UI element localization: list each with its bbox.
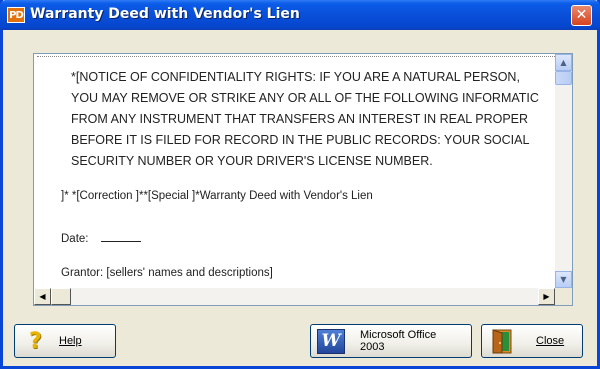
horizontal-scroll-thumb[interactable] (51, 288, 71, 305)
document-content: *[NOTICE OF CONFIDENTIALITY RIGHTS: IF Y… (37, 56, 555, 289)
close-window-button[interactable]: ✕ (571, 5, 592, 26)
date-blank (100, 231, 141, 242)
office-label-line2: 2003 (360, 341, 385, 353)
date-label: Date: (61, 233, 89, 245)
close-button[interactable]: Close (481, 324, 583, 358)
help-question-icon: ? (29, 329, 42, 354)
confidentiality-notice: *[NOTICE OF CONFIDENTIALITY RIGHTS: IF Y… (71, 67, 555, 172)
exit-door-icon (492, 329, 512, 354)
help-button-label: Help (59, 335, 82, 347)
microsoft-office-button[interactable]: W Microsoft Office 2003 (310, 324, 472, 358)
dialog-window: PD Warranty Deed with Vendor's Lien ✕ *[… (0, 0, 600, 369)
vertical-scrollbar[interactable]: ▲ ▼ (555, 54, 572, 288)
app-logo-icon: PD (7, 7, 25, 23)
deed-title-line: ]* *[Correction ]**[Special ]*Warranty D… (61, 190, 373, 202)
office-button-label: Microsoft Office 2003 (360, 329, 436, 353)
notice-line: YOU MAY REMOVE OR STRIKE ANY OR ALL OF T… (71, 91, 539, 105)
word-icon: W (317, 329, 345, 354)
close-label-text: Close (536, 335, 565, 347)
help-button[interactable]: ? Help (14, 324, 116, 358)
notice-line: *[NOTICE OF CONFIDENTIALITY RIGHTS: IF Y… (71, 70, 520, 84)
window-title: Warranty Deed with Vendor's Lien (30, 6, 300, 22)
scroll-up-icon[interactable]: ▲ (555, 54, 572, 71)
date-line: Date: (61, 231, 141, 245)
scroll-left-icon[interactable]: ◀ (34, 288, 51, 305)
scroll-right-icon[interactable]: ▶ (538, 288, 555, 305)
horizontal-scrollbar[interactable]: ◀ ▶ (34, 288, 555, 305)
notice-line: BEFORE IT IS FILED FOR RECORD IN THE PUB… (71, 133, 530, 147)
scroll-down-icon[interactable]: ▼ (555, 271, 572, 288)
scrollbar-corner (555, 288, 572, 305)
grantor-line: Grantor: [sellers' names and description… (61, 267, 273, 279)
office-label-line1: Microsoft Office (360, 329, 437, 341)
close-button-label: Close (536, 335, 564, 347)
notice-line: FROM ANY INSTRUMENT THAT TRANSFERS AN IN… (71, 112, 529, 126)
document-preview[interactable]: *[NOTICE OF CONFIDENTIALITY RIGHTS: IF Y… (33, 53, 573, 306)
vertical-scroll-thumb[interactable] (555, 71, 572, 85)
title-bar[interactable]: PD Warranty Deed with Vendor's Lien ✕ (0, 0, 600, 30)
notice-line: SECURITY NUMBER OR YOUR DRIVER'S LICENSE… (71, 154, 433, 168)
